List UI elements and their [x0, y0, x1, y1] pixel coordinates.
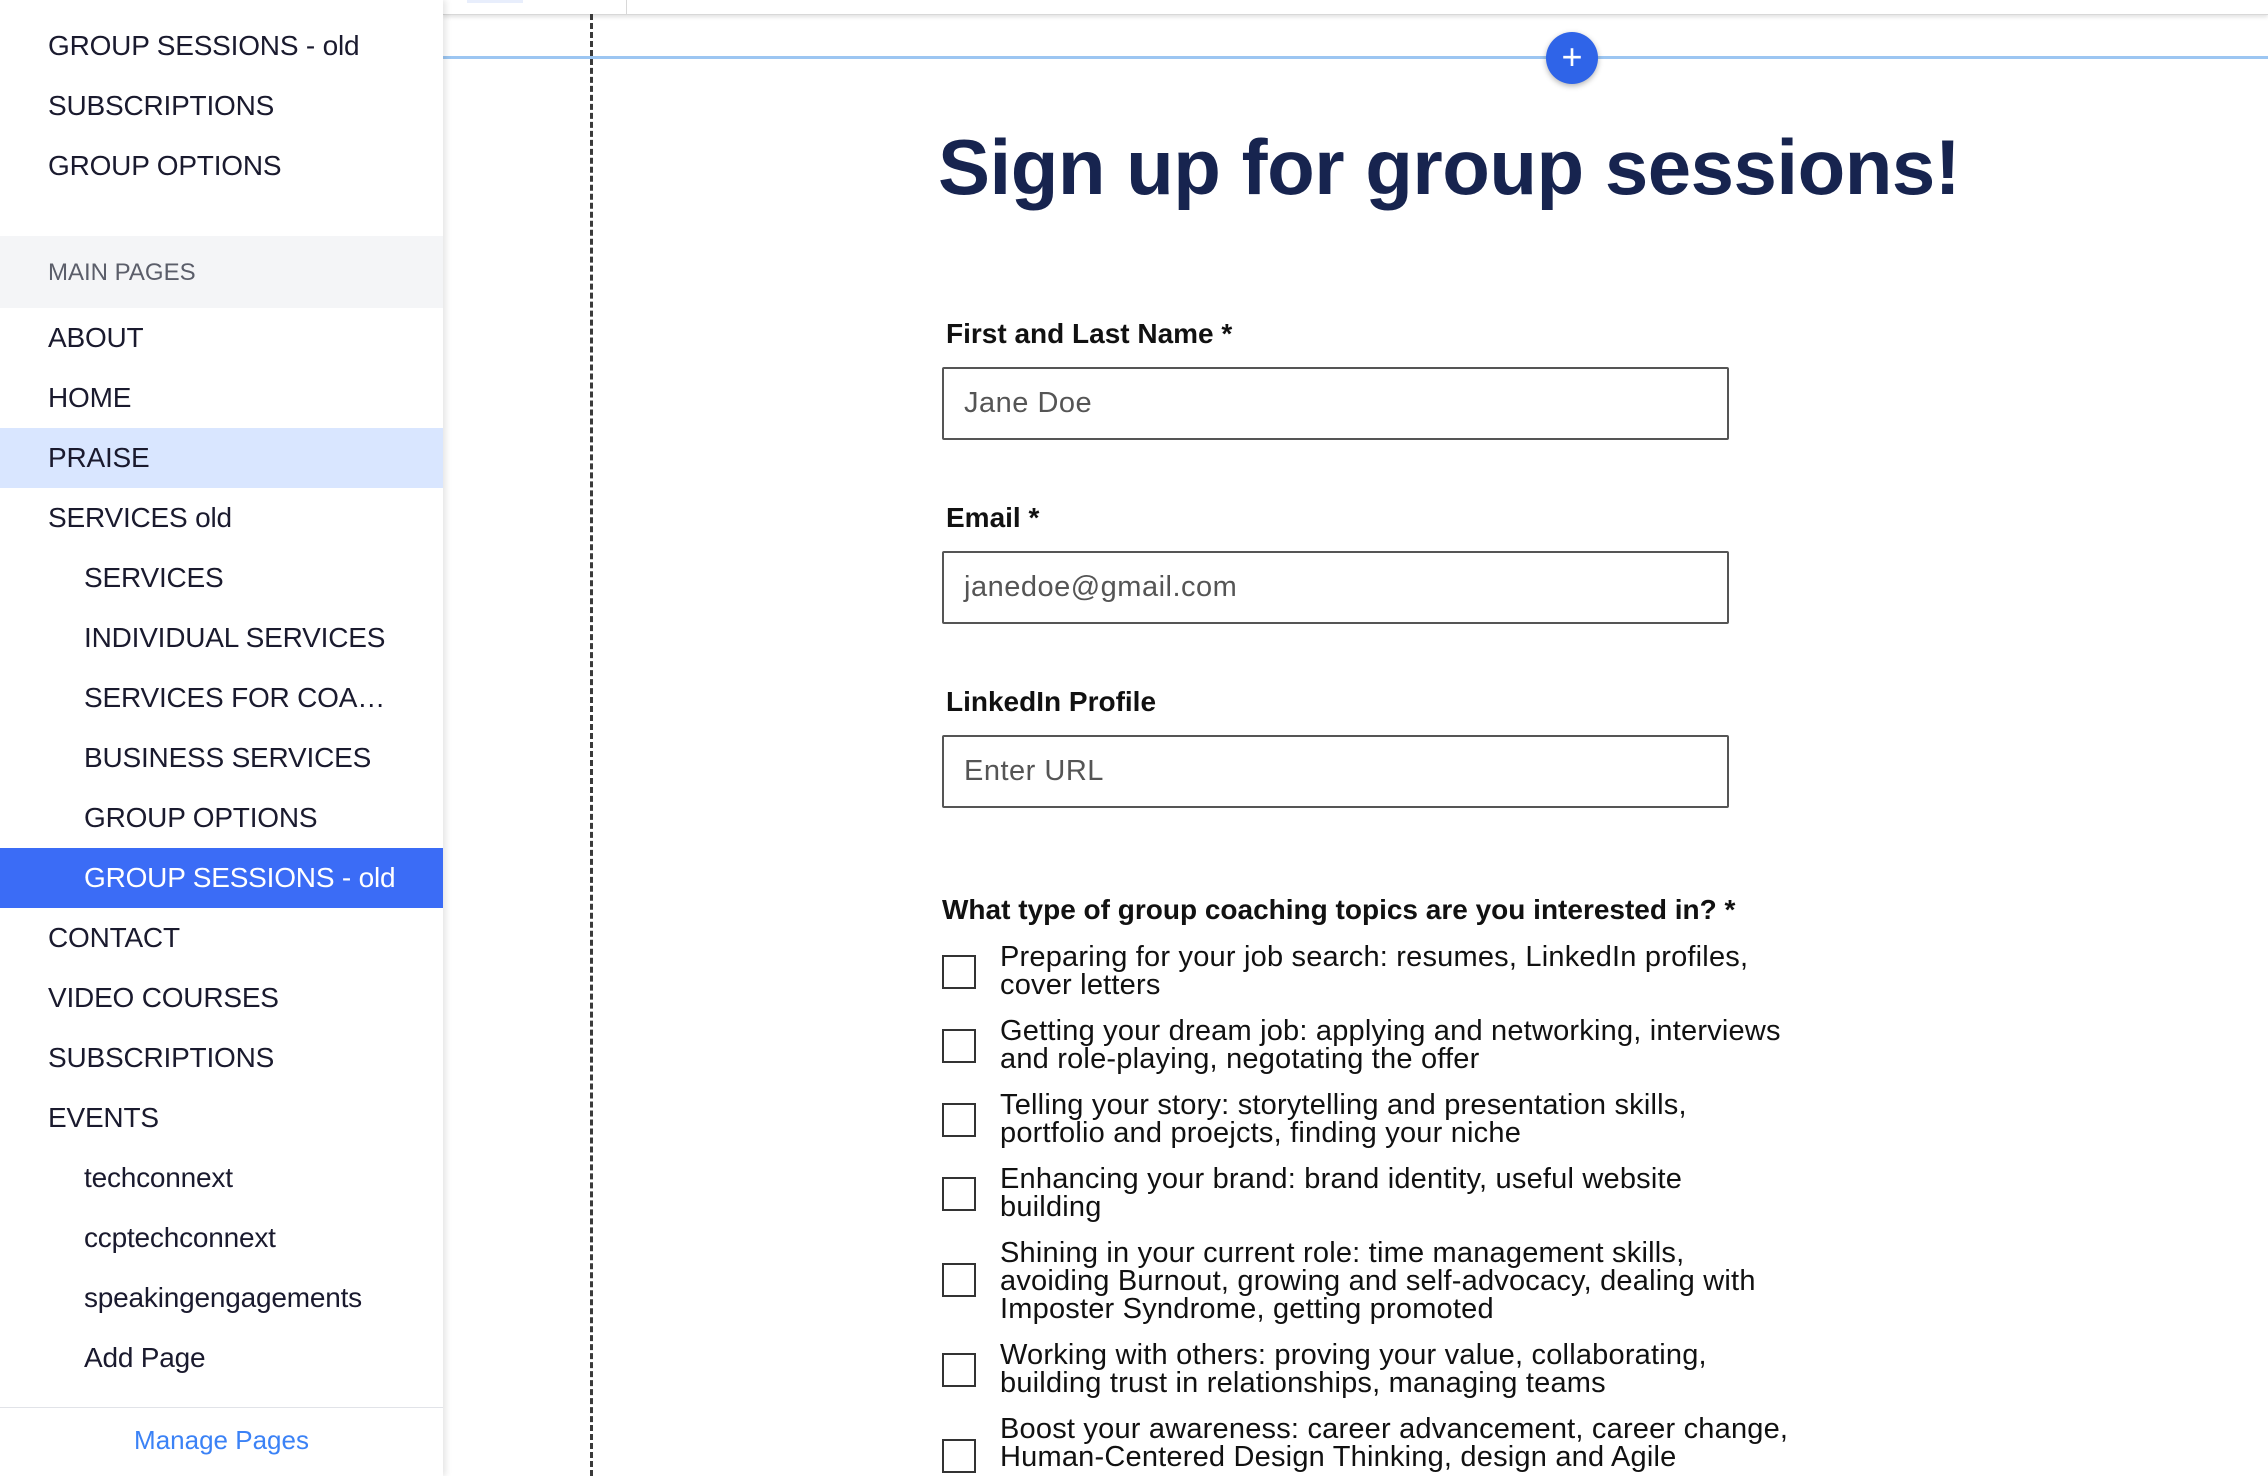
top-bar-tab[interactable] [467, 0, 523, 3]
page-item-subscriptions-main[interactable]: SUBSCRIPTIONS [0, 1028, 443, 1088]
page-item-events[interactable]: EVENTS [0, 1088, 443, 1148]
pages-panel: GROUP SESSIONS - old SUBSCRIPTIONS GROUP… [0, 0, 443, 1476]
page-item-contact[interactable]: CONTACT [0, 908, 443, 968]
page-item-group-sessions-old[interactable]: GROUP SESSIONS - old [0, 16, 443, 76]
topics-question-label: What type of group coaching topics are y… [942, 894, 1736, 925]
page-item-home[interactable]: HOME [0, 368, 443, 428]
page-item-services-old[interactable]: SERVICES old [0, 488, 443, 548]
page-item-praise[interactable]: PRAISE [0, 428, 443, 488]
topic-checkbox[interactable] [942, 1439, 976, 1473]
topic-label: Boost your awareness: career advancement… [1000, 1413, 1789, 1473]
topic-checkbox[interactable] [942, 1103, 976, 1137]
section-divider-guide [443, 56, 2268, 59]
page-item-services-for-coaches[interactable]: SERVICES FOR COACHES [0, 668, 443, 728]
topic-label: Working with others: proving your value,… [1000, 1339, 1707, 1399]
page-item-add-page[interactable]: Add Page [0, 1328, 443, 1388]
topic-label: Shining in your current role: time manag… [1000, 1237, 1756, 1325]
page-item-speakingengagements[interactable]: speakingengagements [0, 1268, 443, 1328]
page-item-individual-services[interactable]: INDIVIDUAL SERVICES [0, 608, 443, 668]
topic-label: Getting your dream job: applying and net… [1000, 1015, 1781, 1075]
editor-top-bar [443, 0, 2268, 15]
pages-list: GROUP SESSIONS - old SUBSCRIPTIONS GROUP… [0, 16, 443, 1448]
page-item-techconnext[interactable]: techconnext [0, 1148, 443, 1208]
layout-gridline [590, 14, 593, 1476]
form-title: Sign up for group sessions! [938, 123, 1961, 211]
topic-label: Telling your story: storytelling and pre… [1000, 1089, 1687, 1149]
pages-panel-footer: Manage Pages [0, 1407, 443, 1476]
top-bar-divider [626, 0, 627, 14]
manage-pages-link[interactable]: Manage Pages [134, 1425, 309, 1455]
topic-label: Enhancing your brand: brand identity, us… [1000, 1163, 1683, 1223]
linkedin-field-label: LinkedIn Profile [946, 686, 1157, 717]
email-field-label: Email * [946, 502, 1040, 533]
topic-checkbox[interactable] [942, 1029, 976, 1063]
page-item-services[interactable]: SERVICES [0, 548, 443, 608]
topic-checkbox[interactable] [942, 1177, 976, 1211]
page-item-about[interactable]: ABOUT [0, 308, 443, 368]
page-item-group-options[interactable]: GROUP OPTIONS [0, 136, 443, 196]
name-input[interactable]: Jane Doe [942, 367, 1729, 440]
name-field-label: First and Last Name * [946, 318, 1233, 349]
topic-checkbox[interactable] [942, 1263, 976, 1297]
topic-checkbox[interactable] [942, 1353, 976, 1387]
main-pages-header: MAIN PAGES [0, 236, 443, 308]
linkedin-input[interactable]: Enter URL [942, 735, 1729, 808]
topic-checkbox[interactable] [942, 955, 976, 989]
page-item-video-courses[interactable]: VIDEO COURSES [0, 968, 443, 1028]
page-item-ccptechconnext[interactable]: ccptechconnext [0, 1208, 443, 1268]
topic-label: Preparing for your job search: resumes, … [1000, 941, 1749, 1001]
page-item-group-sessions-old-selected[interactable]: GROUP SESSIONS - old [0, 848, 443, 908]
add-section-button[interactable]: + [1546, 32, 1598, 84]
page-item-subscriptions[interactable]: SUBSCRIPTIONS [0, 76, 443, 136]
page-item-group-options-sub[interactable]: GROUP OPTIONS [0, 788, 443, 848]
email-input[interactable]: janedoe@gmail.com [942, 551, 1729, 624]
page-item-business-services[interactable]: BUSINESS SERVICES [0, 728, 443, 788]
